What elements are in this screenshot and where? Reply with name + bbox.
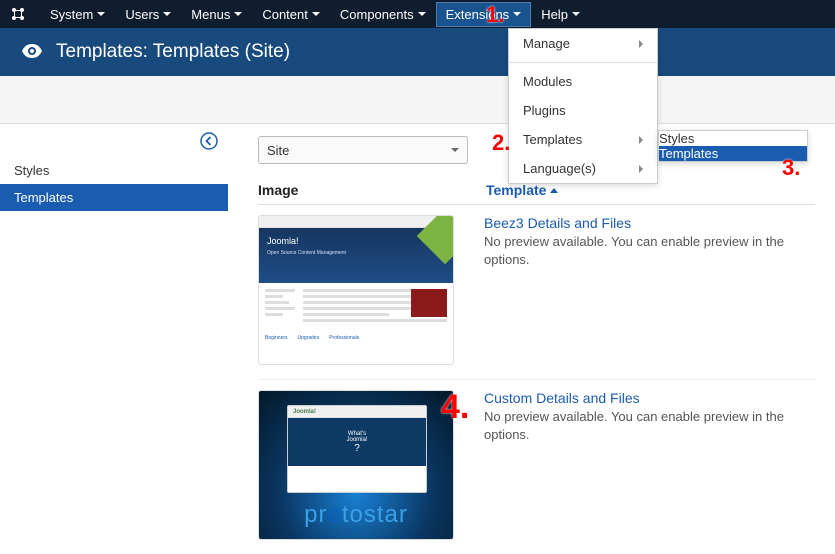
column-image[interactable]: Image	[258, 182, 486, 198]
dropdown-separator	[509, 62, 657, 63]
annotation-4: 4.	[441, 388, 469, 427]
template-thumbnail[interactable]: Joomla! What'sJoomla!? protostar	[258, 390, 454, 540]
template-link[interactable]: Beez3 Details and Files	[484, 215, 631, 231]
annotation-2: 2.	[492, 130, 510, 156]
page-title: Templates: Templates (Site)	[56, 41, 290, 63]
chevron-right-icon	[639, 165, 643, 173]
caret-down-icon	[451, 148, 459, 152]
column-template[interactable]: Template	[486, 182, 558, 198]
annotation-1: 1.	[486, 2, 504, 28]
sidebar-item-templates[interactable]: Templates	[0, 184, 228, 211]
title-bar: Templates: Templates (Site)	[0, 28, 835, 76]
nav-components[interactable]: Components	[330, 2, 436, 27]
columns-header: Image Template	[258, 182, 815, 205]
extensions-dropdown: Manage Modules Plugins Templates Languag…	[508, 28, 658, 184]
top-nav: System Users Menus Content Components Ex…	[0, 0, 835, 28]
sidebar: Styles Templates	[0, 124, 228, 554]
caret-down-icon	[234, 12, 242, 16]
sidebar-item-styles[interactable]: Styles	[0, 157, 228, 184]
submenu-item-styles[interactable]: Styles	[659, 131, 807, 146]
caret-down-icon	[418, 12, 426, 16]
table-row: Joomla! What'sJoomla!? protostar Custom …	[258, 380, 815, 554]
filter-selected-value: Site	[267, 143, 289, 158]
filter-client-select[interactable]: Site	[258, 136, 468, 164]
caret-down-icon	[163, 12, 171, 16]
nav-extensions[interactable]: Extensions	[436, 2, 532, 27]
dropdown-item-languages[interactable]: Language(s)	[509, 154, 657, 183]
template-thumbnail[interactable]: Joomla! Open Source Content Management B…	[258, 215, 454, 365]
nav-help[interactable]: Help	[531, 2, 590, 27]
dropdown-item-plugins[interactable]: Plugins	[509, 96, 657, 125]
table-row: Joomla! Open Source Content Management B…	[258, 205, 815, 380]
caret-down-icon	[312, 12, 320, 16]
sort-asc-icon	[550, 188, 558, 193]
dropdown-item-modules[interactable]: Modules	[509, 67, 657, 96]
template-link[interactable]: Custom Details and Files	[484, 390, 640, 406]
caret-down-icon	[513, 12, 521, 16]
template-desc: No preview available. You can enable pre…	[484, 233, 815, 269]
chevron-right-icon	[639, 40, 643, 48]
nav-users[interactable]: Users	[115, 2, 181, 27]
chevron-right-icon	[639, 136, 643, 144]
toolbar	[0, 76, 835, 124]
caret-down-icon	[572, 12, 580, 16]
nav-content[interactable]: Content	[252, 2, 330, 27]
back-arrow-icon[interactable]	[200, 132, 218, 155]
dropdown-item-templates[interactable]: Templates	[509, 125, 657, 154]
template-desc: No preview available. You can enable pre…	[484, 408, 815, 444]
nav-menus[interactable]: Menus	[181, 2, 252, 27]
eye-icon	[22, 44, 42, 61]
main-content: Site Image Template Joomla! Open Source …	[228, 124, 835, 554]
dropdown-item-manage[interactable]: Manage	[509, 29, 657, 58]
nav-system[interactable]: System	[40, 2, 115, 27]
annotation-3: 3.	[782, 155, 800, 181]
caret-down-icon	[97, 12, 105, 16]
joomla-logo-icon[interactable]	[8, 4, 28, 24]
